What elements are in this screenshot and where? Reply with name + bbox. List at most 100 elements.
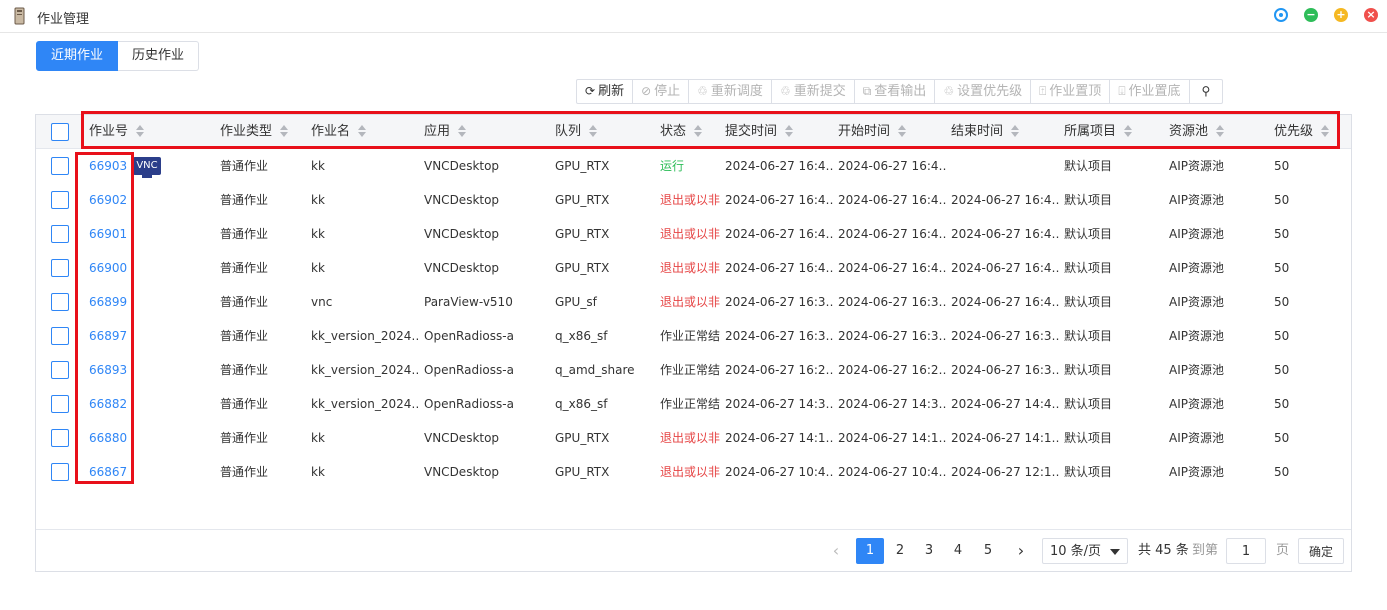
column-header-end-time[interactable]: 结束时间 xyxy=(951,115,1020,149)
table-row[interactable]: 66882 普通作业 kk_version_2024… OpenRadioss-a q_… xyxy=(36,387,1351,421)
reschedule-icon: ♲ xyxy=(697,84,708,98)
sort-icon[interactable] xyxy=(1216,124,1225,137)
cell-application: OpenRadioss-a xyxy=(424,397,514,411)
row-checkbox[interactable] xyxy=(51,293,69,311)
column-header-label: 优先级 xyxy=(1274,124,1314,139)
page-3-button[interactable]: 3 xyxy=(915,538,943,564)
pin-top-button[interactable]: ⍐ 作业置顶 xyxy=(1031,80,1111,103)
cell-start-time: 2024-06-27 10:4… xyxy=(838,465,946,479)
row-checkbox[interactable] xyxy=(51,191,69,209)
pin-bottom-button[interactable]: ⍗ 作业置底 xyxy=(1110,80,1190,103)
sort-icon[interactable] xyxy=(694,124,703,137)
column-header-job-name[interactable]: 作业名 xyxy=(311,115,367,149)
table-row[interactable]: 66893 普通作业 kk_version_2024… OpenRadioss-a q_… xyxy=(36,353,1351,387)
column-header-priority[interactable]: 优先级 xyxy=(1274,115,1330,149)
sort-icon[interactable] xyxy=(280,124,289,137)
maximize-icon[interactable]: + xyxy=(1334,8,1348,22)
sort-icon[interactable] xyxy=(1011,124,1020,137)
cell-job-id[interactable]: 66899 xyxy=(89,285,134,319)
cell-submit-time: 2024-06-27 16:4… xyxy=(725,193,833,207)
cell-job-name: kk_version_2024… xyxy=(311,363,419,377)
sort-icon[interactable] xyxy=(898,124,907,137)
row-checkbox[interactable] xyxy=(51,463,69,481)
cell-job-id[interactable]: 66900 xyxy=(89,251,134,285)
page-2-button[interactable]: 2 xyxy=(886,538,914,564)
select-all-checkbox[interactable] xyxy=(51,123,69,141)
next-page-icon[interactable]: › xyxy=(1011,538,1031,564)
sort-icon[interactable] xyxy=(358,124,367,137)
page-1-button[interactable]: 1 xyxy=(856,538,884,564)
stop-button[interactable]: ⊘ 停止 xyxy=(633,80,690,103)
column-header-project[interactable]: 所属项目 xyxy=(1064,115,1133,149)
reschedule-button[interactable]: ♲ 重新调度 xyxy=(689,80,772,103)
refresh-button[interactable]: ⟳ 刷新 xyxy=(577,80,634,103)
cell-job-id[interactable]: 66867 xyxy=(89,455,134,489)
set-priority-button[interactable]: ♲ 设置优先级 xyxy=(935,80,1032,103)
cell-end-time: 2024-06-27 16:4… xyxy=(951,193,1059,207)
cell-submit-time: 2024-06-27 16:2… xyxy=(725,363,833,377)
pagination: ‹ 1 2 3 4 5 › 10 条/页 共 45 条 到第 1 页 确定 xyxy=(36,529,1351,571)
page-5-button[interactable]: 5 xyxy=(974,538,1002,564)
cell-project: 默认项目 xyxy=(1064,193,1113,207)
row-checkbox[interactable] xyxy=(51,225,69,243)
sort-icon[interactable] xyxy=(1124,124,1133,137)
cell-job-id[interactable]: 66893 xyxy=(89,353,134,387)
table-row[interactable]: 66897 普通作业 kk_version_2024… OpenRadioss-a q_… xyxy=(36,319,1351,353)
cell-application: VNCDesktop xyxy=(424,193,500,207)
confirm-button[interactable]: 确定 xyxy=(1298,538,1344,564)
column-header-queue[interactable]: 队列 xyxy=(555,115,598,149)
tab-recent-jobs[interactable]: 近期作业 xyxy=(36,41,119,71)
close-icon[interactable]: × xyxy=(1364,8,1378,22)
cell-resource-pool: AIP资源池 xyxy=(1169,193,1224,207)
search-button[interactable]: ⚲ xyxy=(1190,80,1223,103)
column-header-submit-time[interactable]: 提交时间 xyxy=(725,115,794,149)
table-row[interactable]: 66901 普通作业 kk VNCDesktop GPU_RTX 退出或以非 2024-06… xyxy=(36,217,1351,251)
column-header-job-id[interactable]: 作业号 xyxy=(89,115,145,149)
table-row[interactable]: 66880 普通作业 kk VNCDesktop GPU_RTX 退出或以非 2024-06… xyxy=(36,421,1351,455)
prev-page-icon[interactable]: ‹ xyxy=(826,538,846,564)
cell-job-id[interactable]: 66901 xyxy=(89,217,134,251)
table-row[interactable]: 66900 普通作业 kk VNCDesktop GPU_RTX 退出或以非 2024-06… xyxy=(36,251,1351,285)
row-checkbox[interactable] xyxy=(51,395,69,413)
vnc-desktop-icon[interactable]: VNC xyxy=(133,157,161,178)
cell-job-id[interactable]: 66882 xyxy=(89,387,134,421)
row-checkbox[interactable] xyxy=(51,157,69,175)
column-header-resource-pool[interactable]: 资源池 xyxy=(1169,115,1225,149)
cell-job-id[interactable]: 66903 xyxy=(89,149,134,183)
sort-icon[interactable] xyxy=(785,124,794,137)
table-row[interactable]: 66903 普通作业 kk VNCDesktop GPU_RTX 运行 2024-06-27… xyxy=(36,149,1351,183)
sort-icon[interactable] xyxy=(458,124,467,137)
view-output-button[interactable]: ⧉ 查看输出 xyxy=(855,80,936,103)
row-checkbox[interactable] xyxy=(51,361,69,379)
table-row[interactable]: 66902 普通作业 kk VNCDesktop GPU_RTX 退出或以非 2024-06… xyxy=(36,183,1351,217)
row-checkbox[interactable] xyxy=(51,259,69,277)
table-row[interactable]: 66899 普通作业 vnc ParaView-v510 GPU_sf 退出或以非 2024… xyxy=(36,285,1351,319)
row-checkbox[interactable] xyxy=(51,429,69,447)
sort-icon[interactable] xyxy=(1321,124,1330,137)
tab-history-jobs[interactable]: 历史作业 xyxy=(118,41,200,71)
column-header-application[interactable]: 应用 xyxy=(424,115,467,149)
cell-job-id[interactable]: 66897 xyxy=(89,319,134,353)
table-row[interactable]: 66867 普通作业 kk VNCDesktop GPU_RTX 退出或以非 2024-06… xyxy=(36,455,1351,489)
cell-job-id[interactable]: 66902 xyxy=(89,183,134,217)
cell-submit-time: 2024-06-27 16:4… xyxy=(725,261,833,275)
pin-bottom-icon: ⍗ xyxy=(1118,84,1126,98)
column-header-status[interactable]: 状态 xyxy=(660,115,703,149)
cell-job-name: kk xyxy=(311,227,325,241)
resubmit-button[interactable]: ♲ 重新提交 xyxy=(772,80,855,103)
row-checkbox[interactable] xyxy=(51,327,69,345)
cell-status: 作业正常结 xyxy=(660,329,721,343)
column-header-start-time[interactable]: 开始时间 xyxy=(838,115,907,149)
column-header-job-type[interactable]: 作业类型 xyxy=(220,115,289,149)
output-icon: ⧉ xyxy=(862,84,872,98)
goto-page-input[interactable]: 1 xyxy=(1226,538,1266,564)
settings-icon[interactable] xyxy=(1274,8,1288,22)
cell-start-time: 2024-06-27 16:4… xyxy=(838,193,946,207)
page-size-select[interactable]: 10 条/页 xyxy=(1042,538,1128,564)
column-header-label: 作业类型 xyxy=(220,124,273,139)
cell-job-id[interactable]: 66880 xyxy=(89,421,134,455)
sort-icon[interactable] xyxy=(136,124,145,137)
page-4-button[interactable]: 4 xyxy=(944,538,972,564)
minimize-icon[interactable]: − xyxy=(1304,8,1318,22)
sort-icon[interactable] xyxy=(589,124,598,137)
